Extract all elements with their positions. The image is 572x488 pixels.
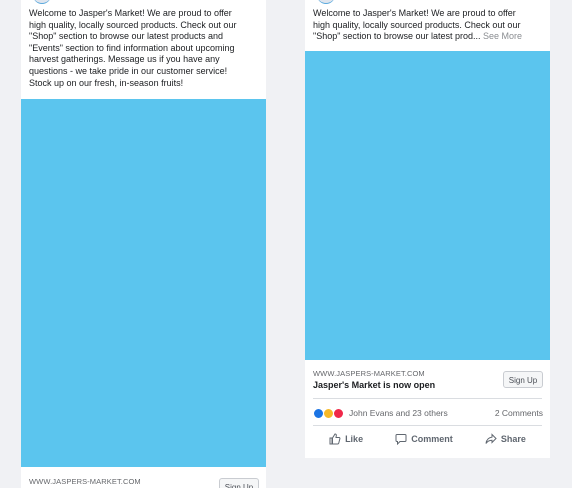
link-url: WWW.JASPERS-MARKET.COM bbox=[29, 477, 141, 486]
see-more-link[interactable]: See More bbox=[483, 31, 522, 41]
page-avatar bbox=[317, 0, 335, 4]
ad-preview-expanded: Welcome to Jasper's Market! We are proud… bbox=[21, 0, 266, 488]
love-reaction-icon bbox=[333, 407, 344, 419]
reactions-summary[interactable]: John Evans and 23 others bbox=[313, 407, 448, 419]
ad-media-image[interactable] bbox=[21, 99, 266, 467]
page-avatar bbox=[33, 0, 51, 4]
ad-preview-collapsed: Welcome to Jasper's Market! We are proud… bbox=[305, 0, 550, 458]
share-label: Share bbox=[500, 434, 526, 444]
share-button[interactable]: Share bbox=[485, 430, 526, 448]
divider bbox=[313, 425, 542, 426]
share-icon bbox=[485, 433, 497, 444]
link-headline[interactable]: Jasper's Market is now open bbox=[313, 380, 435, 390]
sign-up-button[interactable]: Sign Up bbox=[503, 371, 543, 388]
like-label: Like bbox=[345, 434, 364, 444]
post-text: Welcome to Jasper's Market! We are proud… bbox=[313, 8, 544, 43]
thumbs-up-icon bbox=[329, 433, 341, 445]
like-button[interactable]: Like bbox=[329, 430, 363, 448]
divider bbox=[313, 398, 542, 399]
post-text: Welcome to Jasper's Market! We are proud… bbox=[29, 8, 237, 88]
reactions-text: John Evans and 23 others bbox=[349, 408, 448, 418]
ad-media-image[interactable] bbox=[305, 51, 550, 360]
link-url: WWW.JASPERS-MARKET.COM bbox=[313, 369, 425, 378]
comment-label: Comment bbox=[411, 434, 453, 444]
sign-up-button[interactable]: Sign Up bbox=[219, 478, 259, 488]
post-actions: Like Comment Share bbox=[313, 430, 542, 448]
comment-button[interactable]: Comment bbox=[395, 430, 453, 448]
comments-count[interactable]: 2 Comments bbox=[495, 408, 543, 418]
comment-icon bbox=[395, 434, 407, 445]
